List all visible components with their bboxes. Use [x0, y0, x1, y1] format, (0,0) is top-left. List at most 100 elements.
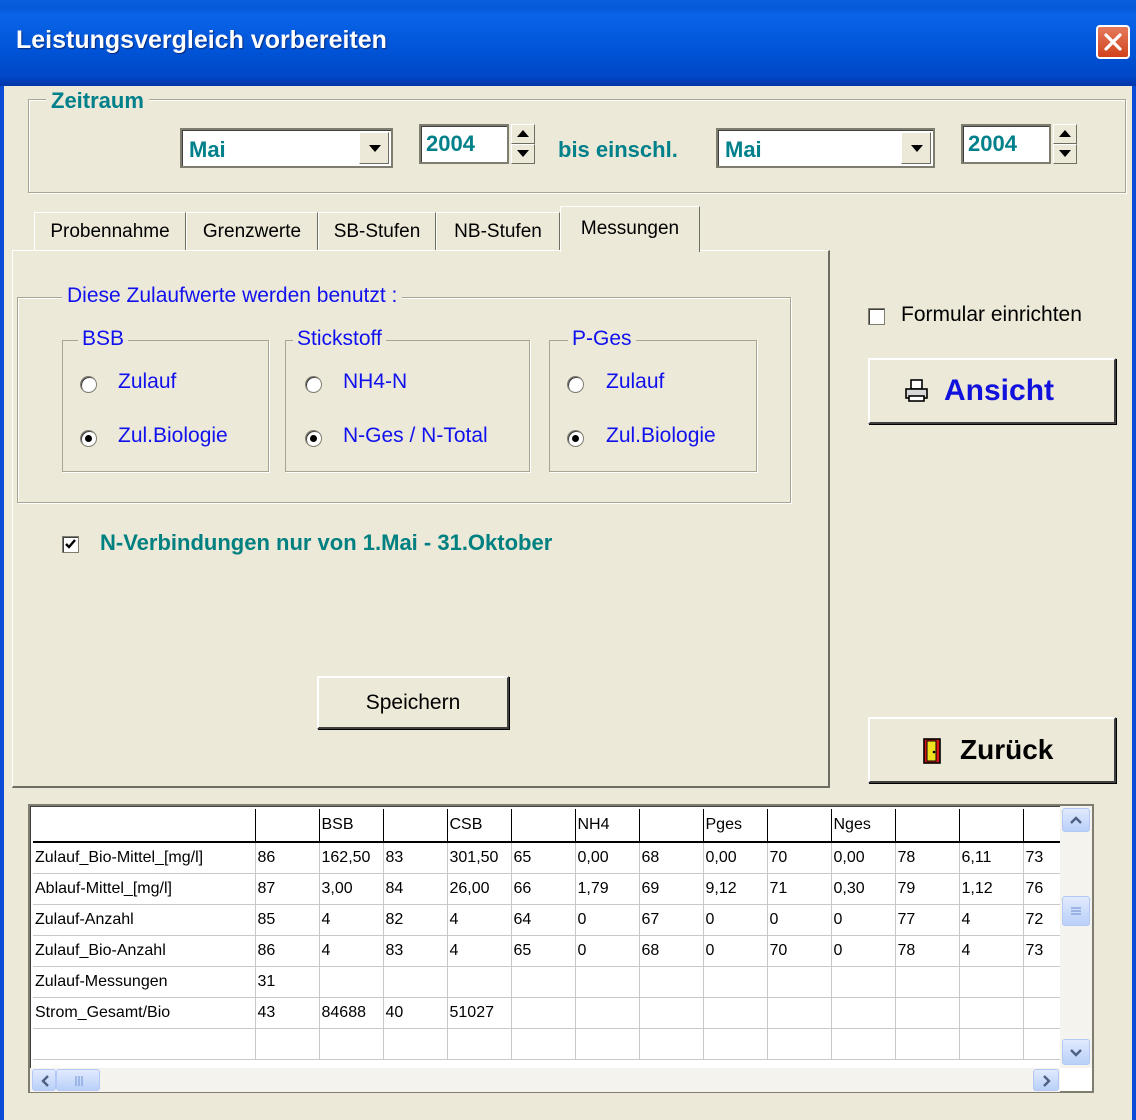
table-cell[interactable] — [703, 997, 768, 1029]
from-month-dropdown-button[interactable] — [359, 132, 389, 164]
column-header[interactable]: Pges — [703, 809, 768, 843]
table-cell[interactable]: 4 — [959, 904, 1024, 936]
ansicht-button[interactable]: Ansicht — [868, 358, 1116, 424]
from-year-down-button[interactable] — [511, 144, 535, 164]
table-cell[interactable]: 70 — [767, 935, 832, 967]
table-cell[interactable]: 4 — [959, 935, 1024, 967]
zurueck-button[interactable]: Zurück — [868, 717, 1116, 783]
table-cell[interactable]: 65 — [511, 842, 576, 874]
column-header[interactable]: BSB — [319, 809, 384, 843]
column-header[interactable]: NH4 — [575, 809, 640, 843]
table-cell[interactable] — [575, 966, 640, 998]
results-grid[interactable]: BSB CSB NH4 Pges Nges Zulauf_Bio-Mittel_[mg/l… — [28, 804, 1094, 1093]
table-cell[interactable]: Zulauf_Bio-Anzahl — [33, 935, 256, 967]
table-cell[interactable] — [575, 1028, 640, 1060]
formular-checkbox[interactable] — [868, 308, 885, 325]
horizontal-scrollbar[interactable] — [30, 1068, 1060, 1092]
table-cell[interactable]: 3,00 — [319, 873, 384, 905]
table-cell[interactable] — [319, 1028, 384, 1060]
stickstoff-nges-radio[interactable] — [305, 430, 322, 447]
table-cell[interactable] — [383, 1028, 448, 1060]
vertical-scroll-thumb[interactable] — [1062, 896, 1090, 926]
table-cell[interactable]: 87 — [255, 873, 320, 905]
table-cell[interactable] — [319, 966, 384, 998]
tab-grenzwerte[interactable]: Grenzwerte — [186, 212, 318, 250]
table-cell[interactable]: 301,50 — [447, 842, 512, 874]
table-cell[interactable] — [255, 1028, 320, 1060]
table-cell[interactable]: 31 — [255, 966, 320, 998]
table-cell[interactable] — [639, 1028, 704, 1060]
table-cell[interactable]: 162,50 — [319, 842, 384, 874]
table-cell[interactable]: 84 — [383, 873, 448, 905]
table-cell[interactable] — [575, 997, 640, 1029]
scroll-left-button[interactable] — [32, 1069, 56, 1091]
column-header[interactable] — [511, 809, 576, 843]
table-cell[interactable]: 0 — [575, 935, 640, 967]
pges-zulauf-label[interactable]: Zulauf — [606, 370, 664, 394]
table-cell[interactable] — [511, 997, 576, 1029]
table-cell[interactable] — [703, 1028, 768, 1060]
table-cell[interactable]: 0 — [767, 904, 832, 936]
table-cell[interactable] — [447, 966, 512, 998]
table-cell[interactable]: 84688 — [319, 997, 384, 1029]
vertical-scrollbar[interactable] — [1060, 806, 1092, 1068]
formular-label[interactable]: Formular einrichten — [901, 303, 1082, 327]
table-cell[interactable] — [447, 1028, 512, 1060]
bsb-zulbiologie-radio[interactable] — [80, 430, 97, 447]
table-cell[interactable] — [511, 1028, 576, 1060]
table-cell[interactable]: 86 — [255, 842, 320, 874]
column-header[interactable] — [895, 809, 960, 843]
table-cell[interactable]: 0,30 — [831, 873, 896, 905]
column-header[interactable]: CSB — [447, 809, 512, 843]
tab-probennahme[interactable]: Probennahme — [34, 212, 186, 250]
table-cell[interactable] — [639, 966, 704, 998]
table-cell[interactable]: Ablauf-Mittel_[mg/l] — [33, 873, 256, 905]
table-cell[interactable]: 86 — [255, 935, 320, 967]
to-month-select[interactable]: Mai — [716, 128, 935, 168]
table-cell[interactable]: 68 — [639, 842, 704, 874]
table-cell[interactable] — [703, 966, 768, 998]
stickstoff-nh4n-label[interactable]: NH4-N — [343, 370, 407, 394]
close-button[interactable] — [1096, 25, 1130, 59]
table-cell[interactable]: 40 — [383, 997, 448, 1029]
table-cell[interactable]: 0,00 — [703, 842, 768, 874]
table-cell[interactable]: 51027 — [447, 997, 512, 1029]
table-cell[interactable] — [895, 997, 960, 1029]
table-cell[interactable] — [831, 1028, 896, 1060]
table-cell[interactable]: Zulauf-Anzahl — [33, 904, 256, 936]
table-cell[interactable] — [33, 1028, 256, 1060]
table-cell[interactable] — [511, 966, 576, 998]
table-cell[interactable]: 4 — [319, 935, 384, 967]
bsb-zulauf-radio[interactable] — [80, 376, 97, 393]
table-cell[interactable]: 1,79 — [575, 873, 640, 905]
table-cell[interactable]: 4 — [319, 904, 384, 936]
table-cell[interactable] — [767, 966, 832, 998]
column-header[interactable] — [383, 809, 448, 843]
table-cell[interactable] — [767, 1028, 832, 1060]
tab-messungen[interactable]: Messungen — [560, 206, 700, 252]
table-cell[interactable]: 69 — [639, 873, 704, 905]
table-cell[interactable] — [959, 1028, 1024, 1060]
from-month-select[interactable]: Mai — [180, 128, 393, 168]
tab-sb-stufen[interactable]: SB-Stufen — [318, 212, 436, 250]
table-cell[interactable]: 70 — [767, 842, 832, 874]
table-cell[interactable]: 0 — [575, 904, 640, 936]
column-header[interactable] — [959, 809, 1024, 843]
pges-zulbiologie-label[interactable]: Zul.Biologie — [606, 424, 716, 448]
bsb-zulbiologie-label[interactable]: Zul.Biologie — [118, 424, 228, 448]
table-cell[interactable]: 6,11 — [959, 842, 1024, 874]
scroll-up-button[interactable] — [1062, 808, 1090, 832]
table-cell[interactable]: 0 — [831, 935, 896, 967]
table-cell[interactable]: 83 — [383, 935, 448, 967]
table-cell[interactable]: 0 — [703, 904, 768, 936]
pges-zulauf-radio[interactable] — [567, 376, 584, 393]
from-year-up-button[interactable] — [511, 124, 535, 144]
to-year-down-button[interactable] — [1053, 144, 1077, 164]
table-cell[interactable]: 26,00 — [447, 873, 512, 905]
table-cell[interactable]: 85 — [255, 904, 320, 936]
table-cell[interactable] — [639, 997, 704, 1029]
table-cell[interactable]: 71 — [767, 873, 832, 905]
table-cell[interactable] — [831, 966, 896, 998]
table-cell[interactable] — [959, 997, 1024, 1029]
column-header[interactable] — [639, 809, 704, 843]
